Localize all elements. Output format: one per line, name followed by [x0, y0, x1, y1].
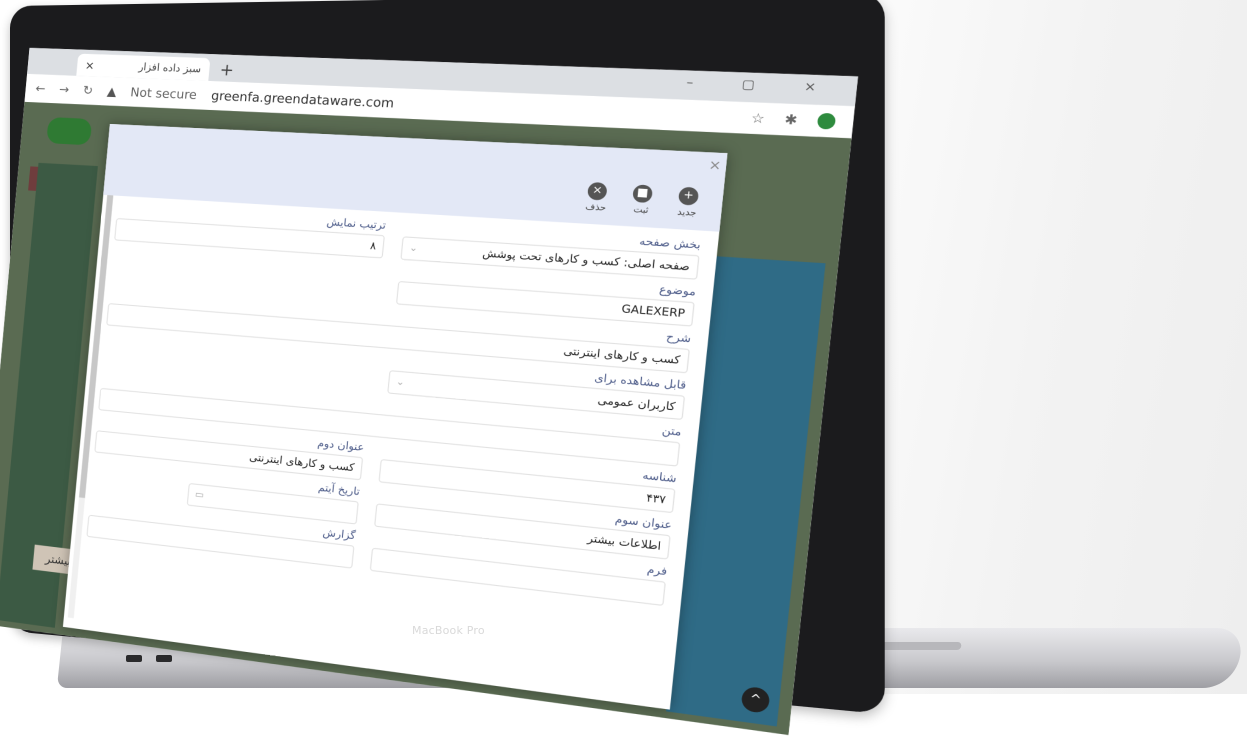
tab-title: سبز داده افزار — [138, 61, 202, 75]
new-tab-button[interactable]: + — [219, 60, 235, 80]
chevron-down-icon: ⌄ — [408, 243, 419, 255]
extensions-icon[interactable]: ✱ — [784, 111, 798, 127]
id-value: ۴۳۷ — [645, 492, 667, 507]
chevron-down-icon: ⌄ — [395, 377, 405, 389]
new-button-label: جدید — [676, 206, 697, 218]
new-button[interactable]: + جدید — [669, 186, 706, 218]
port-icon — [126, 655, 142, 662]
star-icon[interactable]: ☆ — [750, 110, 765, 126]
window-controls[interactable]: – ▢ × — [686, 75, 840, 95]
url-input[interactable]: greenfa.greendataware.com — [211, 88, 395, 110]
laptop-lid: سبز داده افزار × + – ▢ × ← → ↻ ▲ Not sec… — [0, 0, 885, 735]
section-value: صفحه اصلی: کسب و کارهای تحت پوشش — [481, 247, 691, 274]
laptop-ports — [126, 655, 172, 662]
modal-toolbar: + جدید ■ ثبت × حذف — [579, 181, 707, 219]
port-icon — [156, 655, 172, 662]
save-button[interactable]: ■ ثبت — [624, 184, 661, 216]
back-icon[interactable]: ← — [35, 81, 46, 95]
warning-icon: ▲ — [106, 84, 118, 99]
security-label: Not secure — [129, 85, 198, 103]
description-value: کسب و کارهای اینترنتی — [562, 345, 681, 367]
calendar-icon[interactable]: ▭ — [195, 490, 205, 501]
tab-close-icon[interactable]: × — [85, 58, 95, 71]
save-button-label: ثبت — [632, 204, 649, 216]
plus-circle-icon: + — [677, 186, 700, 206]
modal-close-icon[interactable]: × — [708, 157, 722, 173]
save-circle-icon: ■ — [632, 184, 654, 204]
profile-avatar[interactable] — [816, 112, 837, 130]
subject-value: GALEXERP — [620, 303, 686, 320]
visible-for-value: کاربران عمومی — [597, 394, 676, 414]
third-title-value: اطلاعات بیشتر — [586, 532, 662, 553]
delete-circle-icon: × — [586, 181, 608, 201]
delete-button-label: حذف — [584, 201, 607, 213]
reload-icon[interactable]: ↻ — [82, 83, 93, 98]
modal-form: بخش صفحه صفحه اصلی: کسب و کارهای تحت پوش… — [62, 195, 719, 716]
forward-icon[interactable]: → — [59, 82, 70, 97]
laptop-brand: MacBook Pro — [412, 624, 485, 637]
order-value: ۸ — [369, 240, 377, 253]
delete-button[interactable]: × حذف — [579, 181, 615, 214]
site-logo[interactable] — [46, 117, 93, 146]
edit-modal: × + جدید ■ ثبت × حذف بخش صفحه صفحه اصلی:… — [62, 123, 728, 710]
second-title-value: کسب و کارهای اینترنتی — [248, 451, 355, 474]
